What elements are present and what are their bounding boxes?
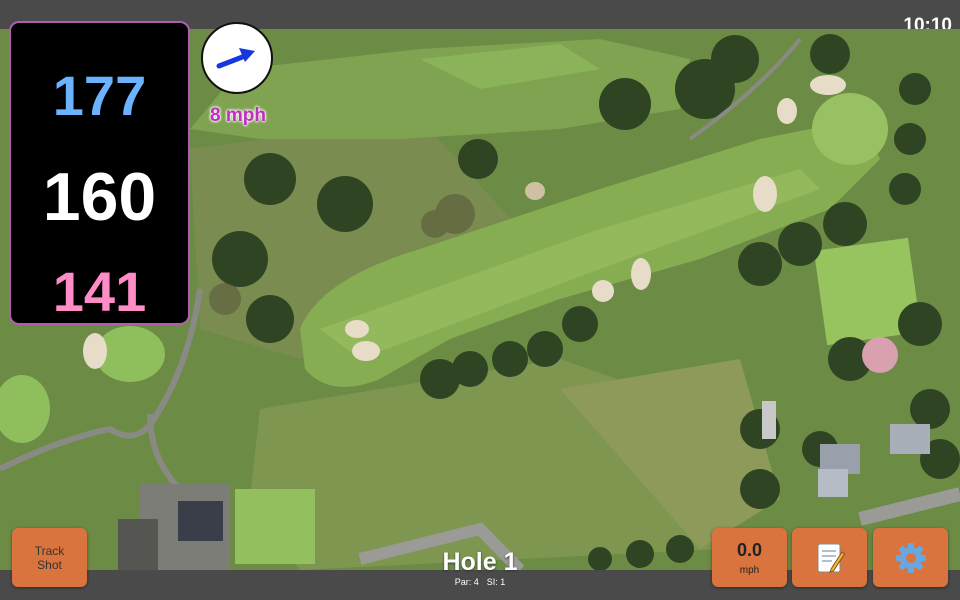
track-shot-button[interactable]: Track Shot (12, 528, 87, 587)
hole-stroke-index: SI: 1 (486, 577, 506, 587)
front-distance: 141 (52, 260, 147, 323)
center-distance: 160 (42, 159, 157, 235)
hole-title[interactable]: Hole 1 (380, 548, 580, 577)
track-shot-label-line1: Track (34, 543, 65, 558)
wind-arrow-icon (216, 48, 255, 69)
wind-speed-label: 8 mph (210, 105, 266, 126)
notepad-icon (817, 543, 845, 573)
back-distance: 177 (52, 64, 147, 127)
notes-button[interactable] (792, 528, 867, 587)
shot-speed-value: 0.0 (736, 539, 763, 560)
shot-speed-unit: mph (739, 564, 760, 576)
hole-info: Par: 4 SI: 1 (380, 577, 580, 587)
shot-speed-button[interactable]: 0.0 mph (712, 528, 787, 587)
wind-indicator (201, 22, 273, 94)
settings-button[interactable] (873, 528, 948, 587)
yardage-panel: 177 160 141 (11, 23, 188, 323)
gear-icon (895, 542, 926, 573)
track-shot-label-line2: Shot (37, 557, 62, 572)
hole-par: Par: 4 (454, 577, 479, 587)
